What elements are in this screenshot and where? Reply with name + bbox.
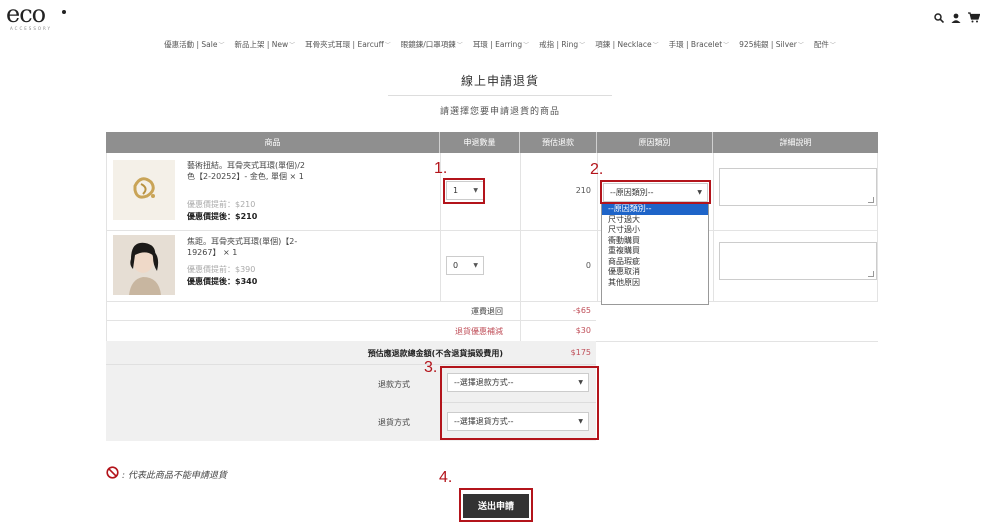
reason-option[interactable]: 優惠取消 [602,267,708,278]
step-number: 2. [590,161,604,178]
reason-option[interactable]: 其他原因 [602,278,708,289]
grid-line [106,301,878,302]
grid-line [106,153,107,341]
annotation-box [600,180,711,204]
nav-item-bracelet[interactable]: 手環 | Bracelet﹀ [669,39,730,50]
title-divider [388,95,612,96]
nav-item-sale[interactable]: 優惠活動 | Sale﹀ [164,39,224,50]
search-icon[interactable] [934,12,945,26]
note-text: : 代表此商品不能申請退貨 [122,470,227,481]
product-image [113,235,175,295]
col-header-product: 商品 [106,132,440,153]
product-name: 焦距。耳骨夾式耳環(單個)【2-19267】 × 1 [187,237,298,257]
grid-line [106,230,878,231]
total-label: 預估應退款總金額(不含退貨損毀費用) [367,349,503,358]
summary-value: $30 [575,326,591,335]
grid-line [877,153,878,301]
annotation-box [440,366,599,440]
total-value: $175 [570,348,591,357]
chevron-down-icon: ﹀ [579,42,586,49]
grid-line [596,341,878,342]
logo-text: eco [6,0,46,28]
no-return-note: : 代表此商品不能申請退貨 [106,466,227,482]
product-name: 藝術扭結。耳骨夾式耳環(單個)/2色【2-20252】- 金色, 單個 × 1 [187,161,306,181]
price-after: 優惠價提後：$340 [187,277,258,286]
grid-line [106,320,596,321]
detail-textarea[interactable] [719,242,877,280]
price-before: 優惠價提前：$210 [187,200,256,209]
summary-value: -$65 [572,306,591,315]
step-number: 1. [434,160,448,177]
refund-amount: 210 [575,186,591,195]
logo-dot-icon [62,10,66,14]
price-after: 優惠價提後：$210 [187,212,258,221]
nav-item-earring[interactable]: 耳環 | Earring﹀ [473,39,529,50]
logo[interactable]: eco ACCESSORY [6,2,68,32]
step-number: 3. [424,359,438,376]
return-method-label: 退貨方式 [378,418,410,427]
grid-line [106,364,596,365]
col-header-detail: 詳細說明 [779,138,812,147]
reason-option[interactable]: 商品瑕疵 [602,257,708,268]
reason-option[interactable]: --原因類別-- [602,204,708,215]
col-header-qty: 申退數量 [440,132,520,153]
nav-item-accessory[interactable]: 配件﹀ [814,39,836,50]
step-number: 4. [439,469,453,486]
prohibited-icon [106,466,119,482]
qty-select[interactable]: 0 ▼ [446,256,484,275]
chevron-down-icon: ﹀ [218,42,225,49]
nav-item-ring[interactable]: 戒指 | Ring﹀ [539,39,585,50]
chevron-down-icon: ﹀ [797,42,804,49]
reason-option[interactable]: 尺寸過大 [602,215,708,226]
nav-item-silver[interactable]: 925純銀 | Silver﹀ [739,39,804,50]
summary-label: 退貨優惠補減 [455,327,503,336]
nav-item-earcuff[interactable]: 耳骨夾式耳環 | Earcuff﹀ [305,39,391,50]
detail-textarea[interactable] [719,168,877,206]
logo-subtext: ACCESSORY [10,26,52,31]
col-header-reason: 原因類別 [597,132,713,153]
chevron-down-icon: ﹀ [456,42,463,49]
caret-down-icon: ▼ [473,262,478,269]
table-header: 商品 申退數量 預估退款 原因類別 詳細說明 [106,132,878,153]
submit-button[interactable]: 送出申請 [463,494,529,518]
reason-option[interactable]: 重複購買 [602,246,708,257]
cart-icon[interactable] [968,12,981,26]
chevron-down-icon: ﹀ [384,42,391,49]
user-icon[interactable] [951,13,961,26]
reason-dropdown-list: --原因類別-- 尺寸過大 尺寸過小 衝動購買 重複購買 商品瑕疵 優惠取消 其… [601,203,709,305]
chevron-down-icon: ﹀ [723,42,730,49]
header-icons [934,12,981,26]
price-before: 優惠價提前：$390 [187,265,256,274]
reason-option[interactable]: 尺寸過小 [602,225,708,236]
main-nav: 優惠活動 | Sale﹀ 新品上架 | New﹀ 耳骨夾式耳環 | Earcuf… [0,39,1000,50]
nav-item-necklace[interactable]: 項鍊 | Necklace﹀ [595,39,658,50]
page-title: 線上申請退貨 [460,74,539,88]
nav-item-chain[interactable]: 眼鏡鍊/口罩項鍊﹀ [401,39,463,50]
refund-method-label: 退款方式 [378,380,410,389]
chevron-down-icon: ﹀ [652,42,659,49]
product-image [113,160,175,220]
refund-amount: 0 [585,261,591,270]
chevron-down-icon: ﹀ [523,42,530,49]
chevron-down-icon: ﹀ [289,42,296,49]
nav-item-new[interactable]: 新品上架 | New﹀ [234,39,295,50]
chevron-down-icon: ﹀ [829,42,836,49]
annotation-box [443,178,485,204]
summary-label: 運費退回 [471,307,503,316]
page-subtitle: 請選擇您要申請退貨的商品 [439,107,560,117]
col-header-refund: 預估退款 [520,132,597,153]
grid-line [713,153,714,301]
reason-option[interactable]: 衝動購買 [602,236,708,247]
